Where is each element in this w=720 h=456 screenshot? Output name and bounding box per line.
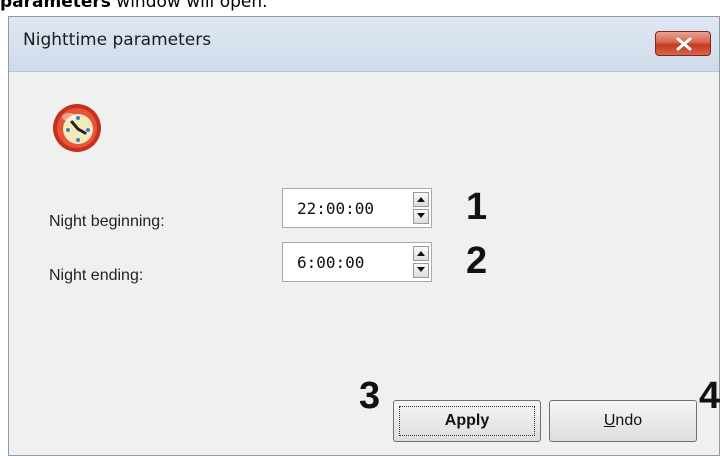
- dialog-body: Night beginning: 22:00:00 1 Night ending…: [9, 72, 720, 455]
- night-beginning-value: 22:00:00: [297, 199, 375, 218]
- night-ending-down-button[interactable]: [413, 263, 429, 278]
- undo-button[interactable]: Undo: [549, 400, 697, 442]
- arrow-down-icon: [417, 213, 425, 218]
- doc-caption: parameters window will open.: [0, 0, 268, 14]
- night-ending-input[interactable]: 6:00:00: [282, 242, 432, 282]
- annotation-marker-4: 4: [699, 375, 720, 417]
- night-beginning-spinner: [413, 192, 429, 224]
- arrow-up-icon: [417, 197, 425, 202]
- close-x-icon: [676, 37, 692, 51]
- caption-bold-text: parameters: [0, 0, 111, 12]
- night-beginning-label: Night beginning:: [49, 213, 165, 230]
- focus-rectangle: [399, 406, 535, 436]
- night-ending-spinner: [413, 246, 429, 278]
- caption-rest-text: window will open.: [110, 0, 268, 12]
- night-ending-label: Night ending:: [49, 267, 144, 284]
- title-bar: Nighttime parameters: [9, 17, 719, 72]
- night-beginning-input[interactable]: 22:00:00: [282, 188, 432, 228]
- annotation-marker-1: 1: [466, 186, 488, 228]
- nighttime-parameters-dialog: Nighttime parameters Night beginning: 22…: [8, 16, 720, 456]
- night-ending-value: 6:00:00: [297, 253, 365, 272]
- annotation-marker-2: 2: [466, 240, 488, 282]
- arrow-up-icon: [417, 251, 425, 256]
- clock-icon: [53, 104, 101, 152]
- apply-button[interactable]: Apply: [393, 400, 541, 442]
- arrow-down-icon: [417, 267, 425, 272]
- night-beginning-up-button[interactable]: [413, 192, 429, 207]
- window-title: Nighttime parameters: [23, 30, 212, 50]
- night-beginning-down-button[interactable]: [413, 209, 429, 224]
- annotation-marker-3: 3: [359, 375, 381, 417]
- night-ending-up-button[interactable]: [413, 246, 429, 261]
- close-button[interactable]: [655, 31, 711, 56]
- undo-mnemonic: U: [603, 412, 616, 429]
- undo-button-label: ndo: [615, 412, 643, 429]
